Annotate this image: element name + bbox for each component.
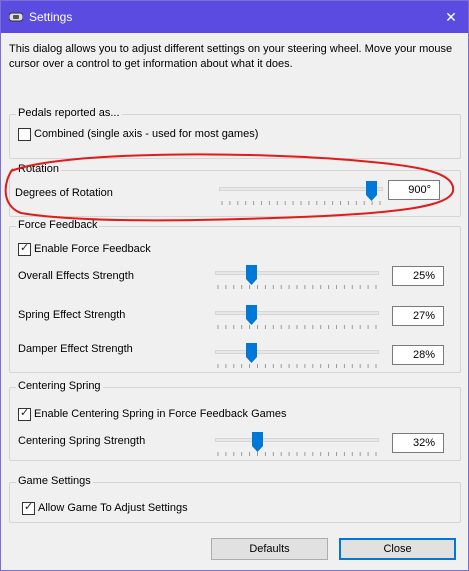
centering-spring-slider-track[interactable] bbox=[215, 438, 379, 442]
centering-spring-strength-label: Centering Spring Strength bbox=[18, 435, 146, 447]
pedals-legend: Pedals reported as... bbox=[16, 107, 122, 119]
force-feedback-legend: Force Feedback bbox=[16, 219, 100, 231]
defaults-button[interactable]: Defaults bbox=[211, 538, 328, 560]
spring-effect-value-box[interactable]: 27% bbox=[392, 306, 444, 326]
steering-wheel-icon bbox=[9, 12, 23, 22]
window-title: Settings bbox=[29, 10, 73, 24]
rotation-slider-ticks bbox=[221, 201, 381, 205]
overall-effects-slider-track[interactable] bbox=[215, 271, 379, 275]
check-icon: ✓ bbox=[20, 242, 30, 254]
enable-centering-spring-label[interactable]: Enable Centering Spring in Force Feedbac… bbox=[34, 408, 287, 420]
damper-effect-slider-thumb[interactable] bbox=[245, 343, 257, 363]
damper-effect-label: Damper Effect Strength bbox=[18, 343, 133, 355]
degrees-of-rotation-label: Degrees of Rotation bbox=[15, 187, 113, 199]
settings-dialog: Settings ✕ This dialog allows you to adj… bbox=[0, 0, 469, 571]
combined-label[interactable]: Combined (single axis - used for most ga… bbox=[34, 128, 258, 140]
centering-spring-slider-ticks bbox=[217, 452, 377, 456]
allow-game-adjust-checkbox[interactable]: ✓ bbox=[22, 501, 35, 515]
close-button[interactable]: Close bbox=[339, 538, 456, 560]
rotation-value-box[interactable]: 900° bbox=[388, 180, 440, 200]
spring-effect-label: Spring Effect Strength bbox=[18, 309, 126, 321]
overall-effects-slider-thumb[interactable] bbox=[245, 265, 257, 285]
combined-checkbox[interactable] bbox=[18, 128, 31, 141]
check-icon: ✓ bbox=[20, 407, 30, 419]
centering-spring-value-box[interactable]: 32% bbox=[392, 433, 444, 453]
allow-game-adjust-label[interactable]: Allow Game To Adjust Settings bbox=[38, 502, 188, 514]
centering-spring-slider-thumb[interactable] bbox=[251, 432, 263, 452]
overall-effects-slider-ticks bbox=[217, 285, 377, 289]
intro-text: This dialog allows you to adjust differe… bbox=[9, 43, 453, 70]
spring-effect-slider-track[interactable] bbox=[215, 311, 379, 315]
damper-effect-value-box[interactable]: 28% bbox=[392, 345, 444, 365]
spring-effect-slider-ticks bbox=[217, 325, 377, 329]
title-bar[interactable]: Settings ✕ bbox=[1, 1, 468, 33]
overall-effects-value-box[interactable]: 25% bbox=[392, 266, 444, 286]
damper-effect-slider-track[interactable] bbox=[215, 350, 379, 354]
centering-spring-legend: Centering Spring bbox=[16, 380, 103, 392]
check-icon: ✓ bbox=[24, 501, 34, 513]
rotation-slider-thumb[interactable] bbox=[365, 181, 377, 201]
spring-effect-slider-thumb[interactable] bbox=[245, 305, 257, 325]
rotation-slider-track[interactable] bbox=[219, 187, 383, 191]
game-settings-legend: Game Settings bbox=[16, 475, 93, 487]
enable-centering-spring-checkbox[interactable]: ✓ bbox=[18, 407, 31, 421]
rotation-legend: Rotation bbox=[16, 163, 61, 175]
overall-effects-label: Overall Effects Strength bbox=[18, 270, 134, 282]
close-window-button[interactable]: ✕ bbox=[441, 7, 461, 27]
damper-effect-slider-ticks bbox=[217, 364, 377, 368]
enable-force-feedback-checkbox[interactable]: ✓ bbox=[18, 242, 31, 256]
enable-force-feedback-label[interactable]: Enable Force Feedback bbox=[34, 243, 151, 255]
